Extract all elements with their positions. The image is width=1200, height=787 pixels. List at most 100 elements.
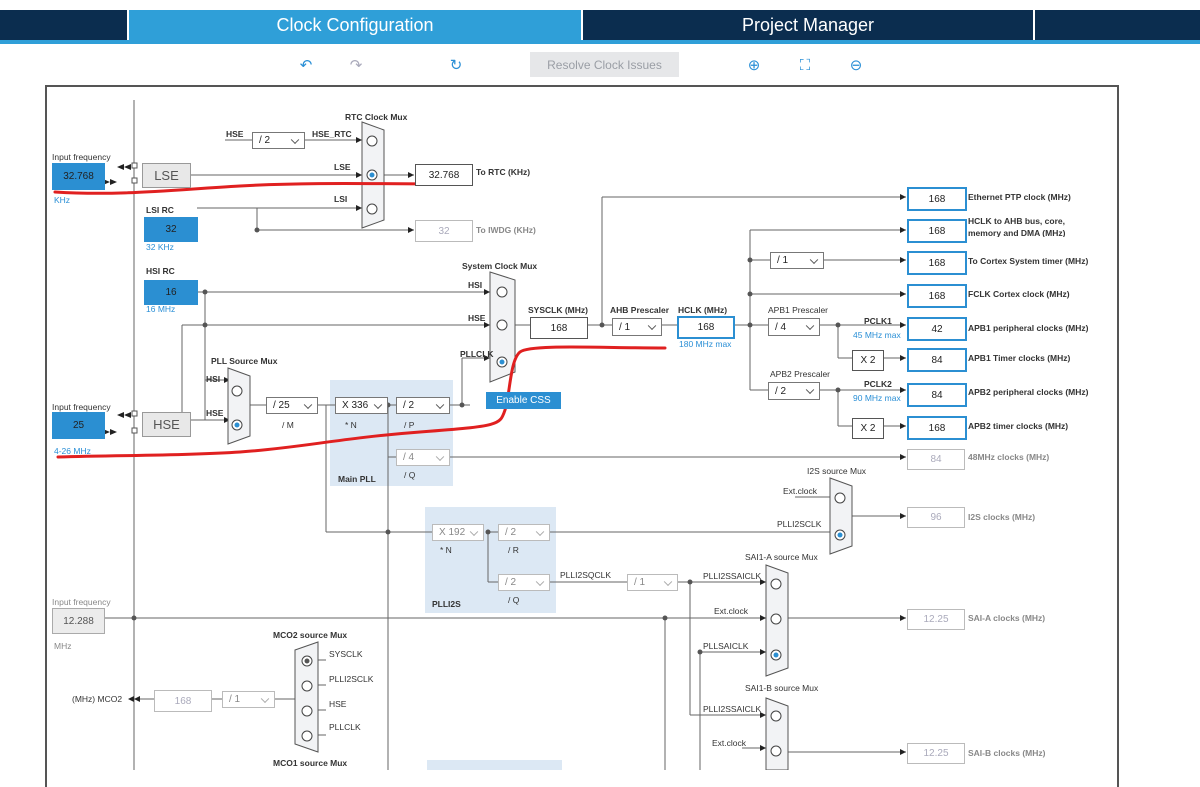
ethernet-ptp-label: Ethernet PTP clock (MHz) bbox=[968, 192, 1071, 202]
mco2-mux-title: MCO2 source Mux bbox=[273, 630, 348, 640]
hse-range-note: 4-26 MHz bbox=[54, 446, 91, 456]
hclk-ahb-label: HCLK to AHB bus, core, bbox=[968, 216, 1065, 226]
plli2s-r-label: / R bbox=[508, 545, 519, 555]
apb2-peripheral-value[interactable]: 84 bbox=[907, 383, 967, 407]
pclk1-max-note: 45 MHz max bbox=[853, 330, 901, 340]
sysclk-value: 168 bbox=[530, 317, 588, 339]
plli2s-r-divider[interactable]: / 2 bbox=[498, 524, 550, 541]
hse-rtc-label: HSE_RTC bbox=[312, 129, 352, 139]
saib-ext-clock-label: Ext.clock bbox=[712, 738, 747, 748]
i2s-ext-clock-label: Ext.clock bbox=[783, 486, 818, 496]
hsi-rc-value: 16 bbox=[144, 280, 198, 305]
plli2s-n-multiplier[interactable]: X 192 bbox=[432, 524, 484, 541]
saia-clock-label: SAI-A clocks (MHz) bbox=[968, 613, 1046, 623]
hclk-ahb-label-2: memory and DMA (MHz) bbox=[968, 228, 1066, 237]
apb1-peripheral-value[interactable]: 42 bbox=[907, 317, 967, 341]
i2s-clock-label: I2S clocks (MHz) bbox=[968, 512, 1036, 522]
lse-block: LSE bbox=[142, 163, 191, 188]
lsi-rc-value: 32 bbox=[144, 217, 198, 242]
pll-src-hse-label: HSE bbox=[206, 408, 224, 418]
pclk2-max-note: 90 MHz max bbox=[853, 393, 901, 403]
sys-hsi-label: HSI bbox=[468, 280, 483, 290]
main-pll-title: Main PLL bbox=[338, 474, 376, 484]
ext-input-unit: MHz bbox=[54, 641, 72, 651]
mco2-hse-label: HSE bbox=[329, 699, 347, 709]
ext-frequency-input[interactable]: 12.288 bbox=[52, 608, 105, 634]
enable-css-button[interactable]: Enable CSS bbox=[486, 392, 561, 409]
saib-mux-shape bbox=[765, 697, 789, 770]
plli2sq-post-divider[interactable]: / 1 bbox=[627, 574, 678, 591]
saia-pllsai-label: PLLSAICLK bbox=[703, 641, 749, 651]
ahb-prescaler-label: AHB Prescaler bbox=[610, 305, 670, 315]
saia-plli2ssai-label: PLLI2SSAICLK bbox=[703, 571, 762, 581]
lse-frequency-input[interactable]: 32.768 bbox=[52, 163, 105, 190]
48mhz-value: 84 bbox=[907, 449, 965, 470]
apb1-timer-label: APB1 Timer clocks (MHz) bbox=[968, 353, 1071, 363]
pclk1-label: PCLK1 bbox=[864, 316, 892, 326]
apb2-timer-multiplier: X 2 bbox=[852, 418, 884, 439]
i2s-mux-title: I2S source Mux bbox=[807, 466, 867, 476]
apb1-timer-value[interactable]: 84 bbox=[907, 348, 967, 372]
apb2-prescaler-label: APB2 Prescaler bbox=[770, 369, 830, 379]
pclk2-label: PCLK2 bbox=[864, 379, 892, 389]
ext-input-label: Input frequency bbox=[52, 597, 111, 607]
sys-hse-label: HSE bbox=[468, 313, 486, 323]
system-mux-title: System Clock Mux bbox=[462, 261, 538, 271]
pll-m-label: / M bbox=[282, 420, 294, 430]
pll-q-divider[interactable]: / 4 bbox=[396, 449, 450, 466]
rtc-hse-label: HSE bbox=[226, 129, 244, 139]
rtc-lsi-label: LSI bbox=[334, 194, 348, 204]
i2s-mux-shape bbox=[829, 477, 853, 555]
plli2s-n-label: * N bbox=[440, 545, 452, 555]
clock-wires bbox=[53, 100, 906, 770]
lse-input-label: Input frequency bbox=[52, 152, 111, 162]
pll-p-divider[interactable]: / 2 bbox=[396, 397, 450, 414]
mco2-divider[interactable]: / 1 bbox=[222, 691, 275, 708]
saia-clock-value: 12.25 bbox=[907, 609, 965, 630]
rtc-mux-title: RTC Clock Mux bbox=[345, 112, 408, 122]
hclk-input[interactable]: 168 bbox=[677, 316, 735, 339]
saib-clock-label: SAI-B clocks (MHz) bbox=[968, 748, 1046, 758]
pll-p-label: / P bbox=[404, 420, 415, 430]
pll-src-hsi-label: HSI bbox=[206, 374, 221, 384]
rtc-output-value: 32.768 bbox=[415, 164, 473, 186]
apb2-timer-value[interactable]: 168 bbox=[907, 416, 967, 440]
hse-frequency-input[interactable]: 25 bbox=[52, 412, 105, 439]
saia-ext-clock-label: Ext.clock bbox=[714, 606, 749, 616]
hse-input-label: Input frequency bbox=[52, 402, 111, 412]
plli2s-title: PLLI2S bbox=[432, 599, 461, 609]
plli2s-q-divider[interactable]: / 2 bbox=[498, 574, 550, 591]
sys-pllclk-label: PLLCLK bbox=[460, 349, 494, 359]
apb1-prescaler-select[interactable]: / 4 bbox=[768, 318, 820, 336]
fclk-value[interactable]: 168 bbox=[907, 284, 967, 308]
hse-block: HSE bbox=[142, 412, 191, 437]
pll-source-mux-shape bbox=[227, 367, 251, 445]
saib-plli2ssai-label: PLLI2SSAICLK bbox=[703, 704, 762, 714]
apb1-timer-multiplier: X 2 bbox=[852, 350, 884, 371]
cortex-timer-label: To Cortex System timer (MHz) bbox=[968, 256, 1089, 266]
saib-clock-value: 12.25 bbox=[907, 743, 965, 764]
rtc-hse-divider[interactable]: / 2 bbox=[252, 132, 305, 149]
pll-n-multiplier[interactable]: X 336 bbox=[335, 397, 388, 414]
mco2-sysclk-label: SYSCLK bbox=[329, 649, 363, 659]
mco2-pllclk-label: PLLCLK bbox=[329, 722, 361, 732]
apb2-prescaler-select[interactable]: / 2 bbox=[768, 382, 820, 400]
pll-q-label: / Q bbox=[404, 470, 416, 480]
hsi-rc-title: HSI RC bbox=[146, 266, 175, 276]
plli2sqclk-label: PLLI2SQCLK bbox=[560, 570, 612, 580]
cortex-timer-divider[interactable]: / 1 bbox=[770, 252, 824, 269]
cortex-timer-value[interactable]: 168 bbox=[907, 251, 967, 275]
mco1-mux-title: MCO1 source Mux bbox=[273, 758, 348, 768]
pll-m-divider[interactable]: / 25 bbox=[266, 397, 318, 414]
lsi-rc-note: 32 KHz bbox=[146, 242, 174, 252]
mco2-plli2sclk-label: PLLI2SCLK bbox=[329, 674, 374, 684]
mco2-output-label: (MHz) MCO2 bbox=[72, 694, 123, 704]
iwdg-output-value: 32 bbox=[415, 220, 473, 242]
iwdg-output-label: To IWDG (KHz) bbox=[476, 225, 536, 235]
48mhz-label: 48MHz clocks (MHz) bbox=[968, 452, 1050, 462]
ethernet-ptp-value[interactable]: 168 bbox=[907, 187, 967, 211]
pll-source-mux-title: PLL Source Mux bbox=[211, 356, 278, 366]
hclk-ahb-value[interactable]: 168 bbox=[907, 219, 967, 243]
fclk-label: FCLK Cortex clock (MHz) bbox=[968, 289, 1070, 299]
ahb-prescaler-select[interactable]: / 1 bbox=[612, 318, 662, 336]
